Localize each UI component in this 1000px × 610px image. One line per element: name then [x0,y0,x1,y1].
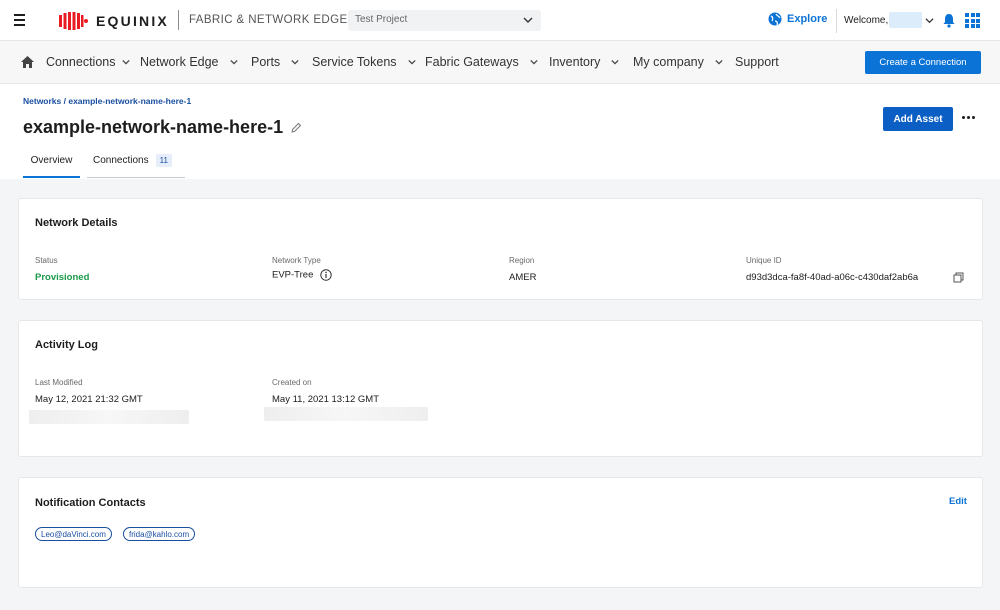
equinix-logo[interactable]: EQUINIX [58,11,169,31]
nav-item-label: Fabric Gateways [425,55,519,69]
copy-icon[interactable] [953,272,964,283]
welcome-label: Welcome, [844,15,889,26]
welcome-username-redacted[interactable] [889,12,922,28]
chevron-down-icon [530,59,538,65]
create-connection-button[interactable]: Create a Connection [865,51,981,74]
redacted-user-bar [29,410,189,424]
chevron-down-icon [291,59,299,65]
nav-item-label: Ports [251,55,281,69]
nav-item-ports[interactable]: Ports [251,55,299,69]
breadcrumb[interactable]: Networks / example-network-name-here-1 [23,96,191,106]
last-modified-label: Last Modified [35,378,83,387]
nav-item-label: Support [735,55,779,69]
explore-link[interactable]: Explore [768,12,827,26]
nav-item-support[interactable]: Support [735,55,779,69]
nav-item-fabric-gateways[interactable]: Fabric Gateways [425,55,538,69]
redacted-user-bar [264,407,428,421]
page-header: Networks / example-network-name-here-1 e… [0,84,1000,179]
nav-item-label: Service Tokens [312,55,397,69]
logo-text: EQUINIX [96,13,169,29]
region-label: Region [509,256,535,265]
pencil-edit-icon[interactable] [291,122,302,133]
unique-id-label: Unique ID [746,256,782,265]
tab-label: Overview [30,154,73,166]
tab-connections[interactable]: Connections 11 [87,144,185,178]
explore-label: Explore [787,13,828,25]
globe-icon [768,12,782,26]
activity-log-title: Activity Log [35,339,98,351]
network-type-value: EVP-Tree [272,269,332,281]
topbar-separator [836,9,837,33]
bell-icon[interactable] [942,13,956,28]
chevron-down-icon [715,59,723,65]
tab-label: Connections [93,155,149,166]
chevron-down-icon [611,59,620,65]
more-options-icon[interactable] [962,116,975,119]
last-modified-value: May 12, 2021 21:32 GMT [35,394,143,405]
project-select-value: Test Project [355,14,408,25]
contact-chip[interactable]: Leo@daVinci.com [35,527,112,541]
nav-item-service-tokens[interactable]: Service Tokens [312,55,416,69]
network-details-card: Network Details Status Provisioned Netwo… [18,198,983,300]
contact-chip[interactable]: frida@kahlo.com [123,527,196,541]
chevron-down-icon [121,59,130,65]
notification-contacts-card: Notification Contacts Edit Leo@daVinci.c… [18,477,983,588]
top-bar: EQUINIX FABRIC & NETWORK EDGE Test Proje… [0,0,1000,41]
add-asset-button[interactable]: Add Asset [883,107,953,131]
status-label: Status [35,256,58,265]
network-details-title: Network Details [35,217,118,229]
unique-id-value: d93d3dca-fa8f-40ad-a06c-c430daf2ab6a [746,272,919,283]
project-select[interactable]: Test Project [348,10,541,31]
nav-item-label: My company [633,55,704,69]
hamburger-icon[interactable] [14,12,30,28]
nav-item-label: Connections [46,55,116,69]
main-nav: Connections Network Edge Ports Service T… [0,41,1000,84]
equinix-logo-mark-icon [59,12,84,30]
home-icon[interactable] [20,55,35,69]
nav-item-label: Network Edge [140,55,219,69]
user-menu-chevron-icon[interactable] [925,16,934,25]
nav-item-my-company[interactable]: My company [633,55,723,69]
region-value: AMER [509,272,537,283]
network-type-label: Network Type [272,256,321,265]
tab-overview[interactable]: Overview [23,144,80,178]
activity-log-card: Activity Log Last Modified May 12, 2021 … [18,320,983,457]
apps-grid-icon[interactable] [965,13,980,28]
created-on-value: May 11, 2021 13:12 GMT [272,394,380,405]
tab-count-badge: 11 [155,154,172,167]
logo-dot [84,19,88,23]
edit-contacts-link[interactable]: Edit [949,496,967,507]
chevron-down-icon [229,59,238,65]
status-badge: Provisioned [35,272,90,283]
chevron-down-icon [407,59,416,65]
logo-divider [178,10,179,30]
notification-contacts-title: Notification Contacts [35,497,146,509]
network-type-text: EVP-Tree [272,269,314,281]
info-icon[interactable] [320,269,332,281]
nav-item-label: Inventory [549,55,601,69]
chevron-down-icon [523,17,533,23]
product-name: FABRIC & NETWORK EDGE [189,14,348,26]
nav-item-network-edge[interactable]: Network Edge [140,55,238,69]
created-on-label: Created on [272,378,312,387]
nav-item-connections[interactable]: Connections [46,55,130,69]
nav-item-inventory[interactable]: Inventory [549,55,620,69]
page-title: example-network-name-here-1 [23,117,284,137]
